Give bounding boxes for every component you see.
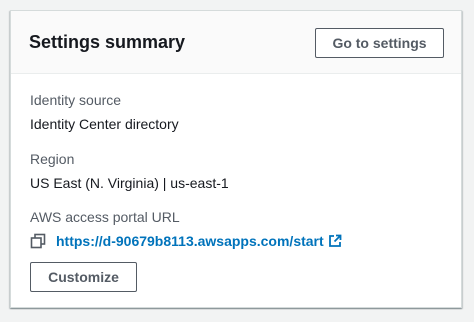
card-header: Settings summary Go to settings <box>11 11 461 74</box>
identity-source-value: Identity Center directory <box>30 116 179 132</box>
settings-summary-card: Settings summary Go to settings Identity… <box>10 10 462 308</box>
go-to-settings-button[interactable]: Go to settings <box>315 28 444 58</box>
portal-url-link[interactable]: https://d-90679b8113.awsapps.com/start <box>56 232 324 250</box>
region-value: US East (N. Virginia) | us-east-1 <box>30 175 229 191</box>
region-label: Region <box>30 151 75 167</box>
portal-url-row: https://d-90679b8113.awsapps.com/start <box>30 230 342 252</box>
copy-icon[interactable] <box>30 233 46 249</box>
portal-url-label: AWS access portal URL <box>30 209 180 225</box>
customize-button[interactable]: Customize <box>30 262 137 292</box>
external-link-icon[interactable] <box>328 234 342 248</box>
identity-source-label: Identity source <box>30 92 122 108</box>
card-title: Settings summary <box>29 32 186 52</box>
